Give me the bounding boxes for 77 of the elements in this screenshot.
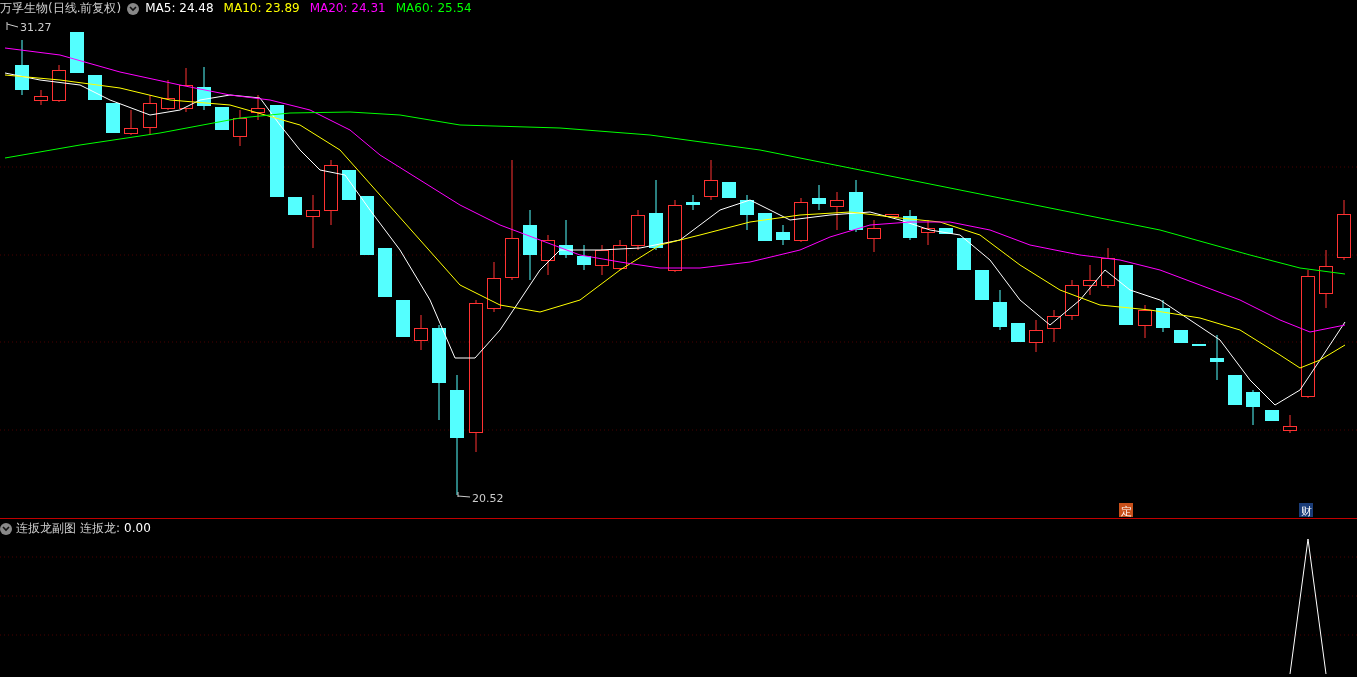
candlestick <box>993 289 1007 331</box>
candlestick <box>740 194 754 231</box>
candlestick <box>88 74 102 101</box>
candlestick <box>812 184 826 211</box>
candlestick <box>70 31 84 74</box>
dropdown-icon[interactable] <box>0 522 12 535</box>
candlestick <box>559 219 573 259</box>
candlestick <box>1337 199 1351 261</box>
candlestick <box>1065 279 1079 321</box>
candlestick <box>161 79 175 111</box>
subchart-title: 连扳龙副图 <box>16 521 76 536</box>
event-badge[interactable]: 定 <box>1119 503 1133 518</box>
candlestick <box>396 299 410 338</box>
dropdown-icon[interactable] <box>127 2 140 15</box>
candlestick <box>885 213 899 217</box>
candlestick <box>288 196 302 216</box>
candlestick <box>52 64 66 103</box>
candlestick <box>649 179 663 251</box>
candlestick <box>106 102 120 134</box>
candlestick <box>487 261 501 313</box>
candlestick <box>794 197 808 243</box>
candlestick <box>1029 319 1043 353</box>
candlestick <box>1174 329 1188 344</box>
candlestick <box>758 212 772 242</box>
candlestick <box>342 169 356 201</box>
candlestick <box>957 237 971 271</box>
candlestick <box>1138 304 1152 339</box>
candlestick <box>1156 299 1170 333</box>
candlestick <box>867 219 881 253</box>
candlestick <box>595 244 609 276</box>
candlestick <box>1228 374 1242 406</box>
candlestick <box>903 209 917 241</box>
candlestick <box>197 66 211 111</box>
candlestick <box>143 94 157 136</box>
chart-title: 万孚生物(日线.前复权) <box>0 1 122 16</box>
indicator-value: MA60: 25.54 <box>395 1 472 16</box>
candlestick <box>1283 414 1297 434</box>
candlestick <box>179 67 193 113</box>
candlestick <box>1083 264 1097 296</box>
indicator-value: MA5: 24.48 <box>145 1 214 16</box>
candlestick <box>577 244 591 271</box>
event-badge[interactable]: 财 <box>1299 503 1313 518</box>
candlestick <box>631 209 645 251</box>
candlestick <box>704 159 718 201</box>
candlestick <box>378 247 392 298</box>
candlestick <box>830 191 844 231</box>
candlestick <box>251 94 265 121</box>
candlestick <box>776 224 790 246</box>
candlestick <box>360 195 374 256</box>
candlestick <box>541 234 555 276</box>
candlestick <box>1210 334 1224 381</box>
indicator-label: 连扳龙: <box>80 521 121 536</box>
candlestick <box>324 159 338 226</box>
candlestick <box>1265 409 1279 422</box>
candlestick <box>722 181 736 199</box>
candlestick <box>124 109 138 136</box>
candlestick <box>523 209 537 281</box>
candlestick <box>939 227 953 235</box>
candlestick <box>975 269 989 301</box>
candlestick <box>34 89 48 106</box>
candlestick <box>233 109 247 147</box>
indicator-value: MA10: 23.89 <box>223 1 300 16</box>
candlestick <box>306 194 320 249</box>
candlestick <box>849 179 863 233</box>
candlestick <box>414 314 428 351</box>
candlestick <box>1047 309 1061 343</box>
indicator-value: 0.00 <box>124 521 151 536</box>
candlestick <box>1192 343 1206 347</box>
candlestick <box>215 106 229 131</box>
candlestick <box>1246 389 1260 426</box>
candlestick <box>1319 249 1333 309</box>
candlestick <box>15 39 29 96</box>
candlestick <box>1119 264 1133 326</box>
indicator-value: MA20: 24.31 <box>309 1 386 16</box>
candlestick <box>1101 247 1115 289</box>
candlestick <box>686 194 700 211</box>
candlestick <box>1011 322 1025 343</box>
